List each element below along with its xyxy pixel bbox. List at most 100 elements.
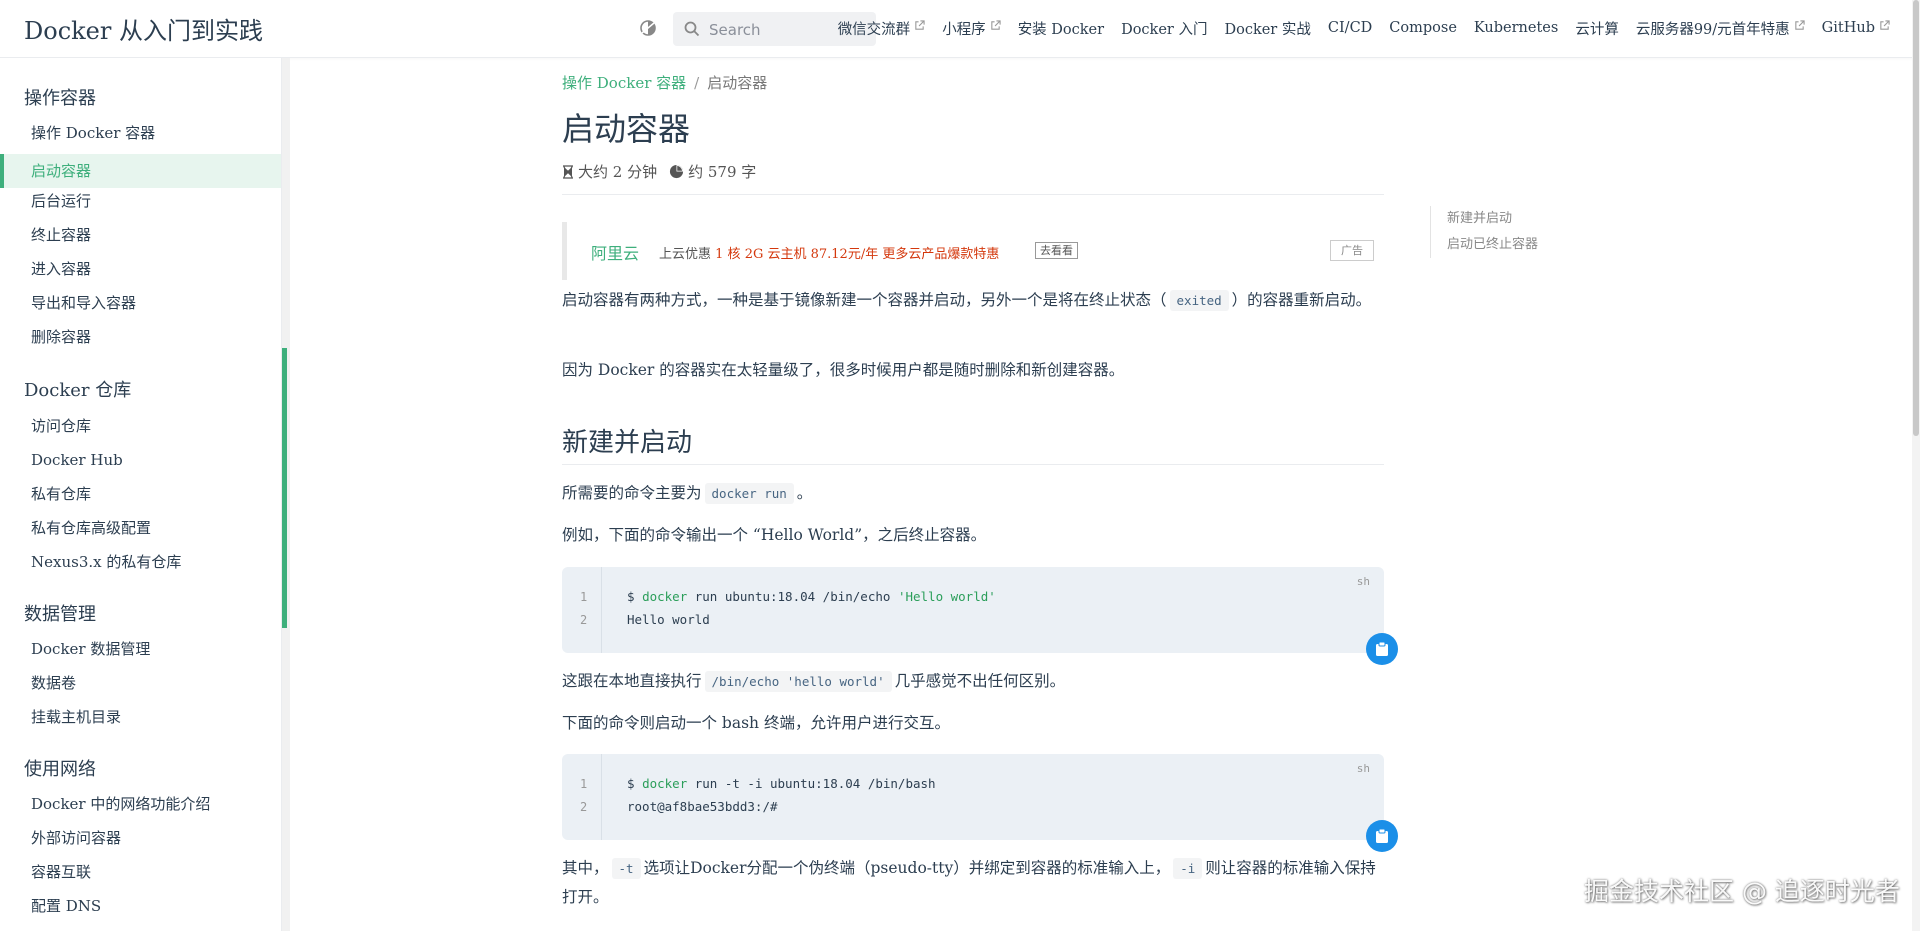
page-scrollbar-thumb[interactable] [1913, 0, 1919, 436]
breadcrumb-current: 启动容器 [707, 74, 768, 92]
sidebar-item-enter-container[interactable]: 进入容器 [0, 252, 281, 286]
nav-link-docker-intro[interactable]: Docker 入门 [1121, 18, 1207, 39]
external-link-icon [915, 19, 925, 30]
nav-link-compose[interactable]: Compose [1389, 20, 1457, 36]
code-line: $ docker run -t -i ubuntu:18.04 /bin/bas… [627, 776, 936, 791]
paragraph-text: 启动容器有两种方式，一种是基于镜像新建一个容器并启动，另外一个是将在终止状态（ [562, 291, 1167, 309]
breadcrumb-separator: / [694, 74, 700, 92]
word-count: 约 579 字 [688, 163, 757, 181]
read-time: 大约 2 分钟 [578, 163, 658, 181]
nav-link-label: 云服务器99/元首年特惠 [1635, 21, 1790, 38]
paragraph-text: 。 [796, 484, 813, 502]
sidebar-item-private-registry-advanced[interactable]: 私有仓库高级配置 [0, 511, 281, 545]
code-line: Hello world [627, 612, 710, 627]
sidebar-item-container-links[interactable]: 容器互联 [0, 855, 281, 889]
code-line: $ docker run ubuntu:18.04 /bin/echo 'Hel… [627, 589, 996, 604]
copy-code-button[interactable] [1366, 633, 1398, 665]
ad-tag: 广告 [1330, 240, 1374, 261]
site-name[interactable]: Docker 从入门到实践 [24, 11, 263, 46]
sidebar-item-docker-hub[interactable]: Docker Hub [0, 443, 281, 477]
inline-code: docker run [704, 483, 794, 504]
sidebar-group-container-ops[interactable]: 操作容器 [24, 84, 96, 110]
sidebar-item-docker-data-management[interactable]: Docker 数据管理 [0, 632, 281, 666]
sidebar-item-background-run[interactable]: 后台运行 [0, 184, 281, 218]
sidebar-item-bind-mounts[interactable]: 挂载主机目录 [0, 700, 281, 734]
line-number: 1 [580, 777, 588, 791]
sidebar-scrollbar-thumb[interactable] [282, 348, 287, 628]
breadcrumb: 操作 Docker 容器 / 启动容器 [562, 72, 767, 93]
ad-view-button[interactable]: 去看看 [1035, 242, 1078, 259]
sidebar-group-networking[interactable]: 使用网络 [24, 755, 96, 781]
nav-link-mini-program[interactable]: 小程序 [942, 18, 1001, 39]
nav-link-wechat-group[interactable]: 微信交流群 [838, 18, 926, 39]
heading-new-and-start: 新建并启动 [562, 428, 693, 458]
ad-brand[interactable]: 阿里云 [591, 240, 639, 264]
line-number: 1 [580, 590, 588, 604]
page-title: 启动容器 [562, 110, 691, 148]
sidebar-item-start-container[interactable]: 启动容器 [0, 154, 281, 188]
code-command: docker [642, 589, 688, 604]
paragraph-intro: 启动容器有两种方式，一种是基于镜像新建一个容器并启动，另外一个是将在终止状态（ e… [562, 286, 1384, 315]
paragraph-bash: 下面的命令则启动一个 bash 终端，允许用户进行交互。 [562, 714, 950, 732]
inline-code: -t [611, 858, 641, 879]
external-link-icon [1880, 19, 1890, 30]
ad-text[interactable]: 上云优惠 1 核 2G 云主机 87.12元/年 更多云产品爆款特惠 [659, 243, 999, 262]
sidebar-item-stop-container[interactable]: 终止容器 [0, 218, 281, 252]
sidebar-item-delete-container[interactable]: 删除容器 [0, 320, 281, 354]
code-prompt: $ [627, 776, 643, 791]
sidebar-item-nexus3[interactable]: Nexus3.x 的私有仓库 [0, 545, 281, 579]
nav-link-kubernetes[interactable]: Kubernetes [1474, 20, 1558, 36]
sidebar-item-private-registry[interactable]: 私有仓库 [0, 477, 281, 511]
theme-toggle-icon[interactable] [638, 18, 658, 38]
nav-link-install-docker[interactable]: 安装 Docker [1018, 18, 1104, 39]
search-icon [684, 21, 700, 37]
code-block-bash[interactable]: 1 2 $ docker run -t -i ubuntu:18.04 /bin… [562, 754, 1384, 840]
nav-link-cloud[interactable]: 云计算 [1575, 18, 1619, 39]
inline-code: exited [1169, 290, 1229, 311]
code-language-label: sh [1356, 575, 1370, 588]
ad-banner[interactable]: 阿里云 上云优惠 1 核 2G 云主机 87.12元/年 更多云产品爆款特惠 去… [562, 222, 1384, 280]
breadcrumb-parent-link[interactable]: 操作 Docker 容器 [562, 74, 686, 92]
paragraph-text: 几乎感觉不出任何区别。 [894, 672, 1066, 690]
toc-item-new-and-start[interactable]: 新建并启动 [1447, 206, 1538, 232]
nav-links: 微信交流群 小程序 安装 Docker Docker 入门 Docker 实战 … [838, 0, 1890, 56]
nav-link-github[interactable]: GitHub [1821, 19, 1890, 36]
external-link-icon [990, 19, 1001, 30]
inline-code: /bin/echo 'hello world' [704, 671, 892, 692]
toc-item-start-stopped[interactable]: 启动已终止容器 [1447, 232, 1538, 258]
paragraph-text: 选项让Docker分配一个伪终端（pseudo-tty）并绑定到容器的标准输入上… [643, 859, 1171, 877]
nav-link-label: 小程序 [942, 21, 986, 38]
copy-code-button[interactable] [1366, 820, 1398, 852]
sidebar-item-volumes[interactable]: 数据卷 [0, 666, 281, 700]
line-number-gutter [562, 754, 602, 840]
clipboard-icon [1376, 641, 1388, 656]
paragraph-hello-world: 例如，下面的命令输出一个 “Hello World”，之后终止容器。 [562, 526, 987, 544]
sidebar-item-export-import[interactable]: 导出和导入容器 [0, 286, 281, 320]
ad-lead: 上云优惠 [659, 247, 712, 262]
nav-link-cloud-server-offer[interactable]: 云服务器99/元首年特惠 [1636, 18, 1805, 39]
sidebar-item-external-access[interactable]: 外部访问容器 [0, 821, 281, 855]
inline-code: -i [1173, 858, 1203, 879]
sidebar-group-data-management[interactable]: 数据管理 [24, 600, 96, 626]
paragraph-lightweight: 因为 Docker 的容器实在太轻量级了，很多时候用户都是随时删除和新创建容器。 [562, 361, 1125, 379]
paragraph-text: ）的容器重新启动。 [1231, 291, 1372, 309]
clipboard-icon [1376, 828, 1388, 843]
sidebar-item-configure-dns[interactable]: 配置 DNS [0, 889, 281, 923]
nav-link-label: 微信交流群 [837, 21, 911, 38]
title-divider [562, 194, 1384, 195]
sidebar-group-docker-registry[interactable]: Docker 仓库 [24, 376, 131, 402]
code-args: run -t -i ubuntu:18.04 /bin/bash [687, 776, 936, 791]
line-number-gutter [562, 567, 602, 653]
ad-highlight: 1 核 2G 云主机 87.12元/年 更多云产品爆款特惠 [715, 247, 1000, 262]
nav-link-ci-cd[interactable]: CI/CD [1328, 20, 1372, 36]
heading-divider [562, 464, 1384, 465]
nav-link-docker-practice[interactable]: Docker 实战 [1224, 18, 1310, 39]
sidebar-item-access-registry[interactable]: 访问仓库 [0, 409, 281, 443]
sidebar-item-network-intro[interactable]: Docker 中的网络功能介绍 [0, 787, 281, 821]
paragraph-text: 所需要的命令主要为 [562, 484, 702, 502]
code-block-hello-world[interactable]: 1 2 $ docker run ubuntu:18.04 /bin/echo … [562, 567, 1384, 653]
code-args: run ubuntu:18.04 /bin/echo [687, 589, 898, 604]
sidebar-item-operate-container[interactable]: 操作 Docker 容器 [0, 116, 281, 150]
hourglass-icon [563, 164, 573, 179]
nav-link-label: GitHub [1821, 20, 1875, 36]
